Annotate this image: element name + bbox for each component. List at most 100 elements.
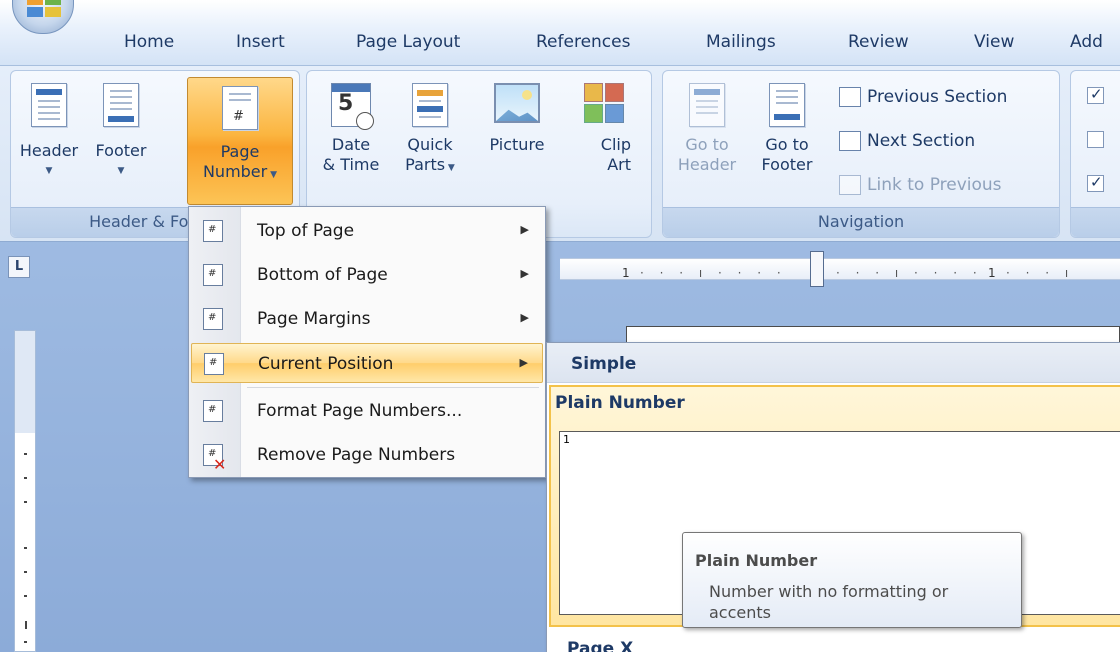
submenu-arrow-icon: ▶: [520, 267, 529, 280]
go-to-footer-label-line1: Go to: [765, 135, 809, 154]
menu-item-remove-page-numbers[interactable]: ✕ Remove Page Numbers: [191, 435, 543, 475]
menu-item-bottom-of-page[interactable]: Bottom of Page ▶: [191, 255, 543, 295]
header-button[interactable]: Header ▼: [17, 83, 81, 203]
header-icon: [31, 83, 67, 127]
ruler-dots: · · · ı · · · ·: [640, 266, 787, 280]
navigation-group-label: Navigation: [663, 207, 1059, 237]
picture-icon: [494, 83, 540, 123]
clip-art-label-line2: Art: [607, 155, 631, 174]
clip-art-button[interactable]: Clip Art: [569, 83, 639, 203]
menu-separator: [247, 387, 539, 388]
submenu-arrow-icon: ▶: [520, 311, 529, 324]
gallery-item-title: Plain Number: [555, 393, 685, 413]
menu-item-label: Current Position: [258, 354, 394, 374]
go-to-footer-label-line2: Footer: [761, 155, 813, 174]
page-number-icon: #: [222, 86, 258, 130]
ribbon-tab-strip: Home Insert Page Layout References Maili…: [0, 0, 1120, 66]
ruler-tick-label: 1: [622, 266, 630, 280]
quick-parts-button[interactable]: Quick Parts ▼: [397, 83, 463, 203]
remove-x-icon: ✕: [213, 455, 227, 474]
menu-item-label: Top of Page: [257, 221, 355, 241]
ruler-dots: · · · ı · · · ·: [836, 266, 983, 280]
next-section-label: Next Section: [867, 131, 976, 151]
go-to-footer-button[interactable]: Go to Footer: [749, 83, 825, 203]
submenu-arrow-icon: ▶: [519, 356, 528, 369]
tooltip-title: Plain Number: [695, 551, 818, 570]
clip-art-icon: [584, 83, 624, 123]
format-page-numbers-icon: [203, 400, 223, 422]
different-first-page-checkbox[interactable]: [1087, 85, 1104, 104]
date-time-label-line2: & Time: [322, 155, 380, 174]
options-group-label: [1071, 207, 1120, 237]
tab-selector-button[interactable]: L: [8, 256, 30, 278]
tab-references[interactable]: References: [536, 32, 630, 52]
next-section-button[interactable]: Next Section: [839, 131, 975, 151]
top-of-page-icon: [203, 220, 223, 242]
horizontal-ruler[interactable]: 1 · · · ı · · · · · · · ı · · · · 1 · · …: [560, 251, 1120, 287]
gallery-item-page-x-title[interactable]: Page X: [567, 639, 633, 652]
clip-art-label-line1: Clip: [600, 135, 631, 154]
picture-button[interactable]: Picture: [477, 83, 557, 203]
quick-parts-label-line1: Quick: [407, 135, 453, 154]
footer-button[interactable]: Footer ▼: [85, 83, 157, 203]
picture-label: Picture: [489, 135, 545, 154]
office-logo-icon: [27, 0, 61, 17]
link-to-previous-icon: [839, 175, 861, 195]
quick-parts-dropdown-arrow-icon: ▼: [445, 163, 455, 173]
tab-home[interactable]: Home: [124, 32, 174, 52]
indent-marker-icon[interactable]: [810, 251, 824, 287]
menu-item-current-position[interactable]: Current Position ▶: [191, 343, 543, 383]
tab-add-ins[interactable]: Add: [1070, 32, 1103, 52]
header-dropdown-arrow-icon: ▼: [45, 166, 53, 176]
tab-insert[interactable]: Insert: [236, 32, 285, 52]
tab-page-layout[interactable]: Page Layout: [356, 32, 460, 52]
date-time-label-line1: Date: [331, 135, 371, 154]
menu-item-label: Bottom of Page: [257, 265, 388, 285]
menu-item-label: Remove Page Numbers: [257, 445, 456, 465]
footer-dropdown-arrow-icon: ▼: [117, 166, 125, 176]
page-number-dropdown-arrow-icon: ▼: [267, 170, 278, 180]
tab-view[interactable]: View: [974, 32, 1014, 52]
office-button[interactable]: [12, 0, 74, 34]
preview-page-number: 1: [563, 433, 570, 446]
menu-item-format-page-numbers[interactable]: Format Page Numbers...: [191, 391, 543, 431]
go-to-header-label-line1: Go to: [685, 135, 729, 154]
ruler-dots: · · · ı: [1006, 266, 1075, 280]
tooltip-body: Number with no formatting or accents: [709, 582, 949, 622]
ribbon: Header ▼ Footer ▼ # Page Number ▼ Header…: [0, 66, 1120, 242]
quick-parts-icon: [412, 83, 448, 127]
menu-item-page-margins[interactable]: Page Margins ▶: [191, 299, 543, 339]
vertical-ruler[interactable]: [14, 330, 36, 652]
tab-mailings[interactable]: Mailings: [706, 32, 776, 52]
options-group: [1070, 70, 1120, 238]
menu-item-label: Page Margins: [257, 309, 371, 329]
go-to-header-label-line2: Header: [677, 155, 737, 174]
menu-item-top-of-page[interactable]: Top of Page ▶: [191, 211, 543, 251]
next-section-icon: [839, 131, 861, 151]
go-to-header-button[interactable]: Go to Header: [671, 83, 743, 203]
header-label: Header: [19, 141, 79, 160]
current-position-icon: [204, 353, 224, 375]
go-to-header-icon: [689, 83, 725, 127]
ruler-tick-label: 1: [988, 266, 996, 280]
different-odd-even-checkbox[interactable]: [1087, 131, 1104, 148]
show-document-text-checkbox[interactable]: [1087, 173, 1104, 192]
gallery-category-header: Simple: [547, 343, 1120, 383]
link-to-previous-label: Link to Previous: [867, 175, 1002, 195]
tab-review[interactable]: Review: [848, 32, 909, 52]
date-time-button[interactable]: 5 Date & Time: [317, 83, 385, 203]
page-number-label-line1: Page: [220, 142, 260, 161]
go-to-footer-icon: [769, 83, 805, 127]
page-number-menu: Top of Page ▶ Bottom of Page ▶ Page Marg…: [188, 206, 546, 478]
footer-icon: [103, 83, 139, 127]
calendar-clock-icon: 5: [331, 83, 374, 130]
previous-section-button[interactable]: Previous Section: [839, 87, 1007, 107]
footer-label: Footer: [95, 141, 147, 160]
gallery-tooltip: Plain Number Number with no formatting o…: [682, 532, 1022, 628]
previous-section-label: Previous Section: [867, 87, 1008, 107]
previous-section-icon: [839, 87, 861, 107]
page-number-label-line2: Number ▼: [202, 162, 278, 181]
page-number-button[interactable]: # Page Number ▼: [187, 77, 293, 205]
quick-parts-label-line2: Parts ▼: [405, 155, 455, 174]
link-to-previous-button[interactable]: Link to Previous: [839, 175, 1002, 195]
